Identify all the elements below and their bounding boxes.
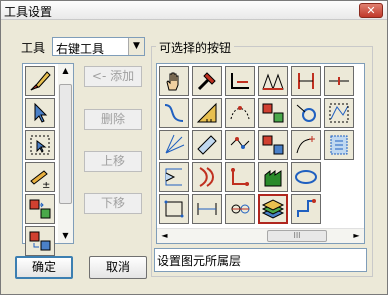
- description-field: 设置图元所属层: [154, 248, 367, 272]
- ok-button[interactable]: 确定: [15, 256, 73, 279]
- swap-red-green-icon[interactable]: [258, 98, 288, 128]
- curve-sparkle-icon[interactable]: [291, 130, 321, 160]
- move-up-button[interactable]: 上移: [84, 151, 142, 172]
- svg-text:±: ±: [42, 180, 50, 189]
- circle-arrow-icon[interactable]: [291, 98, 321, 128]
- swap-blue-icon[interactable]: [258, 130, 288, 160]
- green-building-icon[interactable]: [258, 162, 288, 192]
- ruler-icon[interactable]: [192, 130, 222, 160]
- dash-line-icon[interactable]: [324, 66, 354, 96]
- tool-label: 工具: [21, 41, 46, 55]
- scroll-left-icon[interactable]: ◄: [157, 229, 172, 243]
- span-line-icon[interactable]: [192, 194, 222, 224]
- circle-connect-icon[interactable]: [225, 194, 255, 224]
- red-axis-icon[interactable]: [225, 162, 255, 192]
- pencil-add-icon[interactable]: ±: [25, 162, 55, 192]
- grid-scrollbar[interactable]: ◄ III ►: [157, 228, 364, 243]
- tool-grid: [159, 66, 354, 224]
- current-tools-list[interactable]: ± ▲ ▼: [22, 63, 74, 256]
- scroll-thumb[interactable]: III: [267, 230, 327, 242]
- brush-eraser-icon[interactable]: [25, 66, 55, 96]
- bar-marks-icon[interactable]: [291, 66, 321, 96]
- window-title: 工具设置: [4, 5, 53, 19]
- tool-type-dropdown[interactable]: 右键工具 ▼: [52, 37, 145, 56]
- bracket-shape-icon[interactable]: [159, 162, 189, 192]
- swap-red-green-icon[interactable]: [25, 194, 55, 224]
- shield-box-icon[interactable]: [324, 130, 354, 160]
- swap-blue-icon[interactable]: [25, 226, 55, 256]
- corner-marker-icon[interactable]: [291, 194, 321, 224]
- hammer-icon[interactable]: [192, 66, 222, 96]
- available-tools-pane[interactable]: ◄ III ►: [156, 63, 365, 244]
- pointer-arrow-icon[interactable]: [25, 98, 55, 128]
- node-chain-icon[interactable]: [225, 130, 255, 160]
- ruler-triangle-icon[interactable]: [192, 98, 222, 128]
- layers-icon[interactable]: [258, 194, 288, 224]
- left-list-scrollbar[interactable]: ▲ ▼: [58, 64, 73, 243]
- close-button[interactable]: ✕: [359, 3, 383, 18]
- scroll-right-icon[interactable]: ►: [349, 229, 364, 243]
- fan-lines-icon[interactable]: [159, 130, 189, 160]
- move-down-button[interactable]: 下移: [84, 193, 142, 214]
- tool-settings-dialog: 工具设置 ✕ 工具 右键工具 ▼ ± ▲ ▼ <- 添加 删除 上移 下移 可选…: [0, 0, 388, 295]
- triangles-icon[interactable]: [258, 66, 288, 96]
- hand-icon[interactable]: [159, 66, 189, 96]
- tool-type-value: 右键工具: [56, 42, 105, 56]
- curve-icon[interactable]: [159, 98, 189, 128]
- dotted-rect-icon[interactable]: [159, 194, 189, 224]
- select-rect-arrow-icon[interactable]: [25, 130, 55, 160]
- blue-ellipse-icon[interactable]: [291, 162, 321, 192]
- scroll-down-icon[interactable]: ▼: [58, 229, 73, 243]
- nodes-icon[interactable]: [324, 98, 354, 128]
- chevron-down-icon[interactable]: ▼: [128, 38, 144, 55]
- scroll-up-icon[interactable]: ▲: [58, 64, 73, 78]
- cancel-button[interactable]: 取消: [89, 256, 147, 279]
- dotted-arc-icon[interactable]: [225, 98, 255, 128]
- group-title: 可选择的按钮: [156, 39, 235, 56]
- scroll-thumb[interactable]: [59, 84, 72, 204]
- delete-button[interactable]: 删除: [84, 109, 142, 130]
- corner-line-icon[interactable]: [225, 66, 255, 96]
- double-arc-icon[interactable]: [192, 162, 222, 192]
- blank-icon[interactable]: [324, 162, 354, 192]
- title-bar[interactable]: 工具设置 ✕: [1, 1, 387, 20]
- add-button[interactable]: <- 添加: [84, 66, 142, 87]
